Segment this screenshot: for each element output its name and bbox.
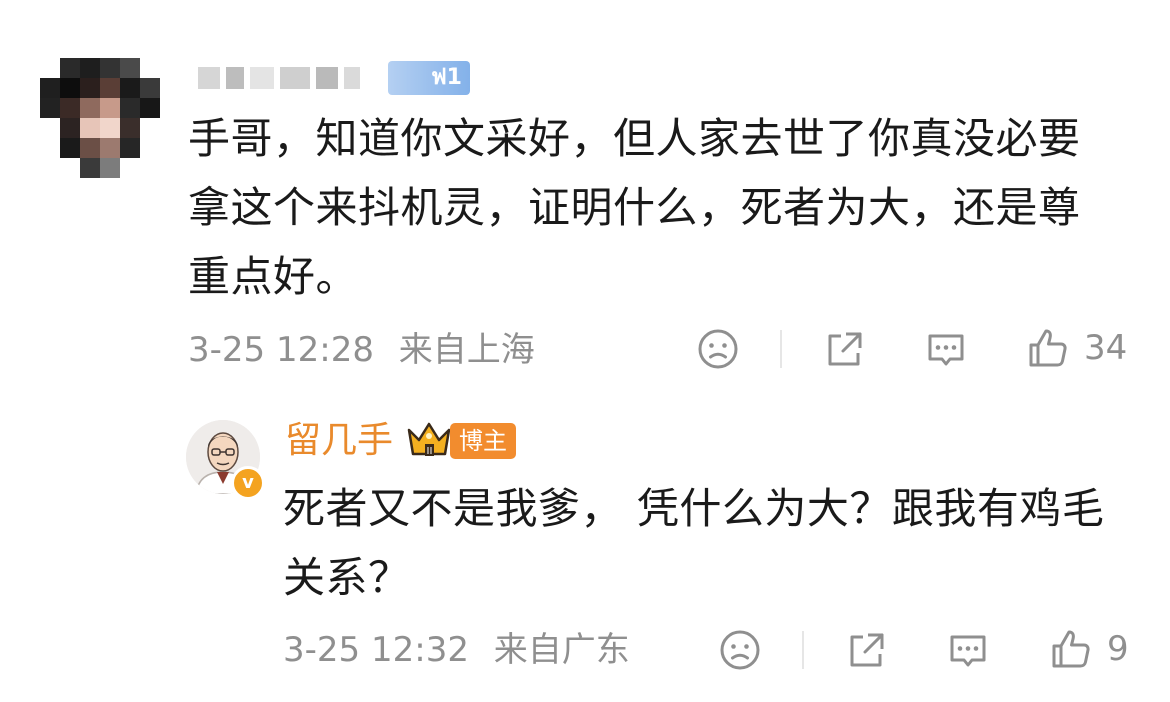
reply-text: 死者又不是我爹， 凭什么为大？跟我有鸡毛 关系？ (283, 474, 1143, 612)
avatar-mosaic-cell (80, 78, 100, 98)
avatar-mosaic-cell (140, 78, 160, 98)
emoji-icon (720, 630, 760, 670)
avatar-mosaic-cell (40, 138, 60, 158)
reply-location: 来自广东 (493, 630, 630, 670)
avatar-mosaic-cell (100, 118, 120, 138)
action-divider (802, 631, 804, 669)
commenter-name-blurred[interactable]: ฟ1 (198, 60, 488, 96)
reply-button[interactable] (924, 328, 968, 372)
comment-location: 来自上海 (398, 330, 535, 370)
like-icon (1029, 329, 1067, 367)
avatar-mosaic-cell (140, 58, 160, 78)
like-button[interactable]: 34 (1026, 326, 1127, 370)
avatar-mosaic-cell (140, 138, 160, 158)
avatar-mosaic-cell (60, 78, 80, 98)
avatar-mosaic-cell (100, 58, 120, 78)
commenter-avatar[interactable] (40, 58, 160, 178)
comment-date: 3-25 12:28 (188, 330, 374, 370)
avatar-mosaic-cell (80, 58, 100, 78)
like-icon (1052, 630, 1090, 668)
avatar-mosaic-cell (140, 118, 160, 138)
avatar-mosaic-cell (80, 118, 100, 138)
reply-emoji-button[interactable] (719, 629, 761, 671)
comment-text-line-3: 重点好。 (188, 252, 359, 301)
avatar-mosaic-cell (120, 138, 140, 158)
comment-text-line-2: 拿这个来抖机灵，证明什么，死者为大，还是尊 (188, 183, 1081, 232)
avatar-mosaic-cell (120, 118, 140, 138)
avatar-mosaic-cell (120, 158, 140, 178)
reply-meta: 3-25 12:32 来自广东 (283, 630, 630, 670)
avatar-mosaic-cell (40, 98, 60, 118)
avatar-mosaic-cell (40, 118, 60, 138)
share-icon (850, 633, 884, 667)
comment-meta: 3-25 12:28 来自上海 (188, 330, 535, 370)
avatar-mosaic-cell (40, 78, 60, 98)
avatar-mosaic-cell (60, 118, 80, 138)
avatar-mosaic-cell (40, 58, 60, 78)
avatar-mosaic-cell (60, 98, 80, 118)
avatar-mosaic-cell (60, 138, 80, 158)
avatar-mosaic-cell (60, 158, 80, 178)
avatar-mosaic-cell (80, 158, 100, 178)
comment-text: 手哥，知道你文采好，但人家去世了你真没必要 拿这个来抖机灵，证明什么，死者为大，… (188, 104, 1143, 311)
action-divider (780, 330, 782, 368)
reply-share-button[interactable] (846, 629, 888, 671)
reply-like-button[interactable]: 9 (1049, 627, 1129, 671)
crown-icon: II (405, 418, 453, 466)
reply-username[interactable]: 留几手 (285, 420, 393, 462)
share-icon (828, 332, 862, 366)
host-badge: 博主 (450, 423, 516, 459)
avatar-mosaic-cell (60, 58, 80, 78)
avatar-mosaic-cell (120, 78, 140, 98)
comment-icon (950, 635, 986, 667)
share-button[interactable] (824, 328, 866, 370)
avatar-mosaic-cell (100, 78, 120, 98)
avatar-mosaic-cell (40, 158, 60, 178)
comment-text-line-1: 手哥，知道你文采好，但人家去世了你真没必要 (188, 114, 1081, 163)
avatar-mosaic-cell (100, 158, 120, 178)
avatar-mosaic-cell (80, 98, 100, 118)
avatar-mosaic-cell (100, 98, 120, 118)
emoji-icon (698, 329, 738, 369)
avatar-mosaic-cell (140, 158, 160, 178)
reply-text-line-1: 死者又不是我爹， 凭什么为大？跟我有鸡毛 (283, 484, 1105, 533)
svg-text:II: II (427, 446, 433, 457)
reply-text-line-2: 关系？ (283, 553, 411, 602)
comment-icon (928, 334, 964, 366)
avatar-mosaic-cell (140, 98, 160, 118)
avatar-mosaic-cell (120, 58, 140, 78)
reply-comment-button[interactable] (946, 629, 990, 673)
avatar-mosaic-cell (80, 138, 100, 158)
reply-date: 3-25 12:32 (283, 630, 469, 670)
avatar-mosaic-cell (120, 98, 140, 118)
level-badge-blurred: ฟ1 (388, 61, 470, 95)
like-count: 34 (1084, 328, 1128, 368)
avatar-mosaic-cell (100, 138, 120, 158)
emoji-button[interactable] (697, 328, 739, 370)
reply-like-count: 9 (1107, 629, 1129, 669)
verified-badge: v (231, 466, 265, 500)
